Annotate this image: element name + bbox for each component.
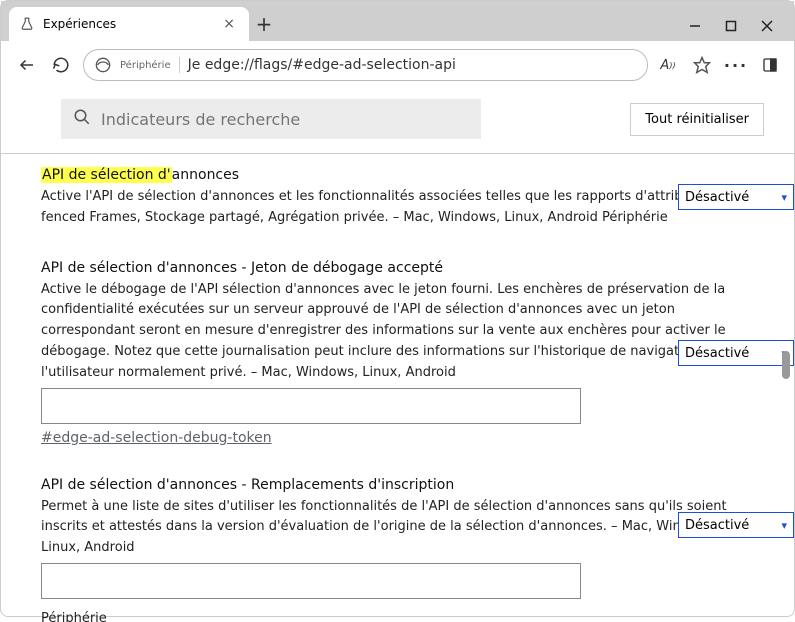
flag-title: API de sélection d'annonces - Jeton de d… [41, 260, 443, 276]
flag-text-input[interactable] [41, 563, 581, 599]
search-icon [73, 108, 91, 130]
maximize-button[interactable] [722, 17, 740, 35]
titlebar: Expériences × + [1, 1, 794, 41]
url-text: Je edge://flags/#edge-ad-selection-api [188, 57, 637, 73]
flag-title: API de sélection d'annonces [41, 167, 239, 183]
flag-state-select[interactable]: Désactivé ▾ [678, 512, 794, 538]
more-menu-icon[interactable]: ··· [726, 55, 746, 75]
reset-all-button[interactable]: Tout réinitialiser [630, 103, 764, 136]
flag-item: API de sélection d'annonces - Remplaceme… [41, 474, 754, 622]
highlight-text: API de sélection d' [41, 167, 172, 183]
addr-label: Périphérie [120, 60, 171, 71]
page-header: Tout réinitialiser [1, 89, 794, 149]
minimize-button[interactable] [686, 17, 704, 35]
sidebar-icon[interactable] [760, 55, 780, 75]
flag-description: Active l'API de sélection d'annonces et … [41, 187, 754, 229]
flag-item: API de sélection d'annonces Active l'API… [41, 164, 754, 229]
close-window-button[interactable] [758, 17, 776, 35]
flag-footer: Périphérie [41, 609, 754, 622]
select-value: Désactivé [685, 190, 749, 205]
scrollbar-thumb[interactable] [782, 351, 790, 379]
tab-title: Expériences [43, 17, 211, 31]
address-bar[interactable]: Périphérie Je edge://flags/#edge-ad-sele… [83, 49, 648, 81]
flag-state-select[interactable]: Désactivé ▾ [678, 340, 794, 366]
select-value: Désactivé [685, 518, 749, 533]
select-value: Désactivé [685, 346, 749, 361]
flask-icon [19, 16, 35, 32]
refresh-button[interactable] [49, 53, 73, 77]
edge-icon [94, 56, 112, 74]
window-controls [668, 17, 794, 41]
flag-text-input[interactable] [41, 388, 581, 424]
browser-tab[interactable]: Expériences × [9, 7, 249, 41]
favorite-icon[interactable] [692, 55, 712, 75]
flags-content: API de sélection d'annonces Active l'API… [1, 154, 794, 622]
chevron-down-icon: ▾ [781, 191, 787, 204]
flags-search[interactable] [61, 99, 481, 139]
close-tab-button[interactable]: × [219, 16, 239, 32]
read-aloud-icon[interactable]: A)) [658, 55, 678, 75]
flag-state-select[interactable]: Désactivé ▾ [678, 184, 794, 210]
chevron-down-icon: ▾ [781, 519, 787, 532]
new-tab-button[interactable]: + [249, 7, 279, 41]
flag-item: API de sélection d'annonces - Jeton de d… [41, 257, 754, 446]
flag-description: Active le débogage de l'API sélection d'… [41, 280, 754, 384]
flag-title: API de sélection d'annonces - Remplaceme… [41, 477, 454, 493]
flag-description: Permet à une liste de sites d'utiliser l… [41, 497, 754, 559]
flag-anchor-link[interactable]: #edge-ad-selection-debug-token [41, 430, 272, 446]
search-input[interactable] [101, 110, 469, 129]
browser-toolbar: Périphérie Je edge://flags/#edge-ad-sele… [1, 41, 794, 89]
back-button[interactable] [15, 53, 39, 77]
